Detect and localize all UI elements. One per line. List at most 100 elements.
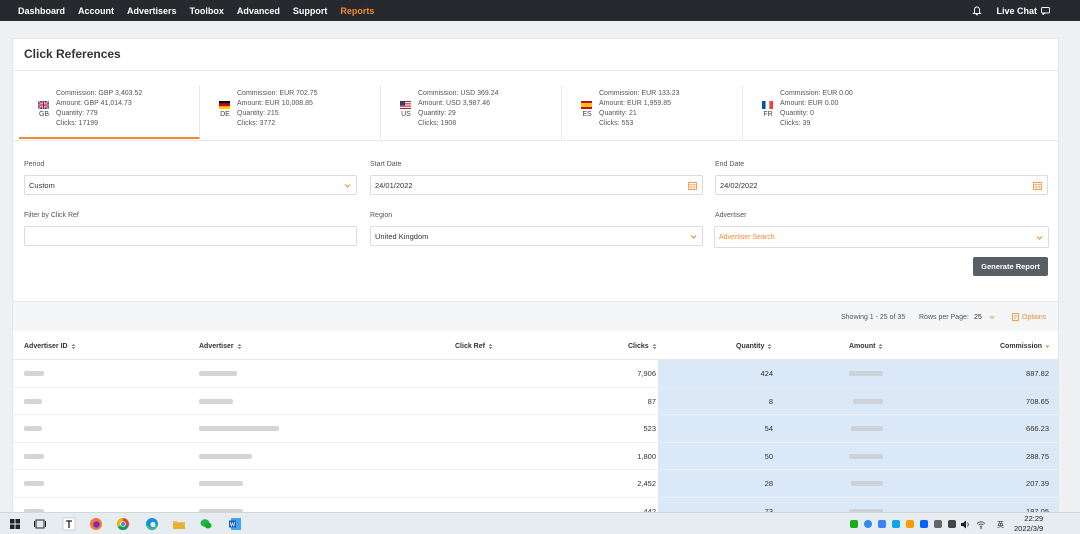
column-label: Advertiser — [199, 343, 234, 350]
nav-toolbox[interactable]: Toolbox — [190, 6, 224, 16]
volume-icon[interactable] — [960, 520, 970, 529]
nav-dashboard[interactable]: Dashboard — [18, 6, 65, 16]
rows-per-page-label: Rows per Page: — [919, 314, 969, 321]
tray-app-icon[interactable] — [934, 520, 942, 528]
tray-app-icon[interactable] — [906, 520, 914, 528]
table-row[interactable]: 7,906 424 887.82 — [13, 360, 1058, 388]
region-amount: Amount: USD 3,987.46 — [418, 100, 490, 107]
start-date-label: Start Date — [370, 161, 402, 168]
calendar-icon[interactable] — [688, 181, 697, 190]
nav-advertisers[interactable]: Advertisers — [127, 6, 177, 16]
tray-app-icon[interactable] — [878, 520, 886, 528]
task-view-icon[interactable] — [33, 517, 47, 531]
redacted-id — [24, 453, 44, 459]
table-row[interactable]: 523 54 666.23 — [13, 415, 1058, 443]
system-clock[interactable]: 22:29 2022/3/9 — [1014, 514, 1043, 534]
region-stats: Commission: EUR 0.00 Amount: EUR 0.00 Qu… — [780, 89, 853, 129]
table-row[interactable]: 87 8 708.65 — [13, 387, 1058, 415]
clicks-cell: 523 — [643, 424, 656, 433]
nav-account[interactable]: Account — [78, 6, 114, 16]
region-tab-de[interactable]: DE Commission: EUR 702.75 Amount: EUR 10… — [200, 85, 381, 139]
commission-cell: 288.75 — [1026, 451, 1049, 461]
region-tab-fr[interactable]: FR Commission: EUR 0.00 Amount: EUR 0.00… — [743, 85, 924, 139]
chevron-down-icon — [989, 315, 995, 320]
nav-reports[interactable]: Reports — [340, 6, 374, 16]
region-stats: Commission: EUR 702.75 Amount: EUR 10,00… — [237, 89, 318, 129]
period-select[interactable]: Custom — [24, 175, 357, 195]
redacted-amount — [851, 426, 883, 431]
us-flag-icon — [400, 101, 411, 109]
advertiser-label: Advertiser — [715, 212, 747, 219]
redacted-amount — [851, 481, 883, 486]
nav-right: Live Chat — [972, 0, 1050, 21]
nav-support[interactable]: Support — [293, 6, 328, 16]
chevron-down-icon — [1036, 236, 1043, 240]
edge-icon[interactable] — [145, 517, 159, 531]
pager-showing: Showing 1 - 25 of 35 — [841, 314, 906, 321]
advertiser-search-placeholder: Advertiser Search — [719, 233, 775, 241]
tray-app-icon[interactable] — [864, 520, 872, 528]
tray-app-icon[interactable] — [948, 520, 956, 528]
region-amount: Amount: EUR 10,008.85 — [237, 100, 313, 107]
region-quantity: Quantity: 215 — [237, 110, 279, 117]
region-tab-gb[interactable]: GB Commission: GBP 3,403.52 Amount: GBP … — [19, 85, 200, 139]
region-quantity: Quantity: 0 — [780, 110, 814, 117]
dropbox-icon[interactable] — [920, 520, 928, 528]
tray-wechat-icon[interactable] — [850, 520, 858, 528]
start-date-input[interactable]: 24/01/2022 — [370, 175, 703, 195]
redacted-advertiser — [199, 371, 237, 376]
column-click-ref[interactable]: Click Ref — [455, 343, 493, 350]
folder-icon[interactable] — [172, 517, 186, 531]
click-ref-input[interactable] — [24, 226, 357, 246]
nav-advanced[interactable]: Advanced — [237, 6, 280, 16]
table-row[interactable]: 2,452 28 207.39 — [13, 470, 1058, 498]
commission-cell: 666.23 — [1026, 424, 1049, 433]
ime-indicator[interactable]: 英 — [997, 520, 1004, 530]
firefox-icon[interactable] — [89, 517, 103, 531]
region-code: ES — [582, 111, 592, 118]
region-commission: Commission: EUR 133.23 — [599, 90, 680, 97]
sort-icon — [878, 343, 883, 350]
region-code: US — [401, 111, 411, 118]
tray-app-icon[interactable] — [892, 520, 900, 528]
region-select[interactable]: United Kingdom — [370, 226, 703, 246]
clicks-cell: 7,906 — [637, 369, 656, 378]
sort-icon — [652, 343, 657, 350]
table-row[interactable]: 1,800 50 288.75 — [13, 442, 1058, 470]
region-tab-us[interactable]: US Commission: USD 369.24 Amount: USD 3,… — [381, 85, 562, 139]
wifi-icon[interactable] — [976, 520, 986, 529]
sort-desc-icon — [1045, 345, 1050, 348]
redacted-advertiser — [199, 398, 233, 404]
commission-cell: 887.82 — [1026, 369, 1049, 378]
column-advertiser-id[interactable]: Advertiser ID — [24, 343, 76, 350]
clicks-cell: 2,452 — [637, 479, 656, 488]
text-app-icon[interactable] — [62, 517, 76, 531]
document-icon — [1012, 313, 1019, 321]
windows-start-icon[interactable] — [8, 517, 22, 531]
region-tab-es[interactable]: ES Commission: EUR 133.23 Amount: EUR 1,… — [562, 85, 743, 139]
word-icon[interactable] — [228, 517, 242, 531]
column-amount[interactable]: Amount — [849, 343, 883, 350]
options-button[interactable]: Options — [1012, 313, 1046, 321]
column-advertiser[interactable]: Advertiser — [199, 343, 242, 350]
calendar-icon[interactable] — [1033, 181, 1042, 190]
divider — [13, 140, 1058, 141]
chevron-down-icon — [690, 235, 697, 239]
quantity-cell: 8 — [768, 396, 773, 406]
column-clicks[interactable]: Clicks — [628, 343, 657, 350]
generate-report-button[interactable]: Generate Report — [973, 257, 1048, 276]
redacted-advertiser — [199, 453, 252, 459]
column-quantity[interactable]: Quantity — [736, 343, 772, 350]
france-flag-icon — [762, 101, 773, 109]
rows-per-page-select[interactable]: 25 — [974, 314, 995, 321]
wechat-icon[interactable] — [199, 517, 213, 531]
live-chat-link[interactable]: Live Chat — [996, 6, 1050, 16]
commission-cell: 207.39 — [1026, 479, 1049, 488]
region-commission: Commission: GBP 3,403.52 — [56, 90, 143, 97]
bell-icon[interactable] — [972, 6, 983, 16]
redacted-id — [24, 371, 44, 376]
chrome-icon[interactable] — [116, 517, 130, 531]
advertiser-search-select[interactable]: Advertiser Search — [714, 226, 1049, 248]
end-date-input[interactable]: 24/02/2022 — [715, 175, 1048, 195]
column-commission[interactable]: Commission — [1000, 343, 1050, 350]
